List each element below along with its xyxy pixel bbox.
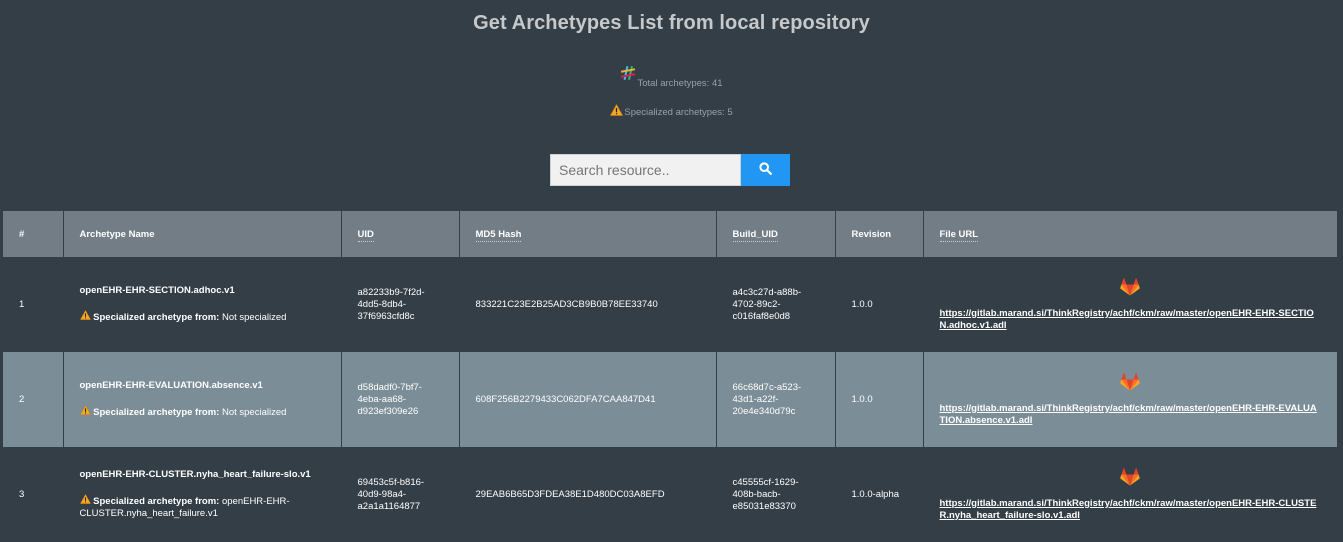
warning-icon: [79, 493, 91, 507]
table-row: 3 openEHR-EHR-CLUSTER.nyha_heart_failure…: [3, 447, 1337, 542]
md5-cell: 608F256B2279433C062DFA7CAA847D41: [459, 352, 717, 447]
specialized-from: Specialized archetype from: openEHR-EHR-…: [79, 493, 325, 520]
archetype-name-cell: openEHR-EHR-SECTION.adhoc.v1 Specialized…: [63, 257, 342, 352]
specialized-from-value: Not specialized: [221, 407, 287, 418]
search-icon: [759, 162, 772, 178]
revision-cell: 1.0.0: [835, 352, 924, 447]
header-number: #: [3, 211, 64, 257]
search-bar: [550, 154, 790, 186]
header-build-uid[interactable]: Build_UID: [716, 211, 836, 257]
archetype-name-cell: openEHR-EHR-CLUSTER.nyha_heart_failure-s…: [63, 447, 342, 542]
gitlab-icon[interactable]: [1120, 372, 1140, 394]
file-url-cell: https://gitlab.marand.si/ThinkRegistry/a…: [923, 352, 1337, 447]
build-uid-cell: c45555cf-1629-408b-bacb-e85031e83370: [716, 447, 836, 542]
row-number: 2: [3, 352, 64, 447]
specialized-from-label: Specialized archetype from:: [93, 312, 220, 323]
archetype-name: openEHR-EHR-EVALUATION.absence.v1: [79, 380, 263, 391]
archetype-name-cell: openEHR-EHR-EVALUATION.absence.v1 Specia…: [63, 352, 342, 447]
search-button[interactable]: [741, 154, 790, 186]
table-row: 2 openEHR-EHR-EVALUATION.absence.v1 Spec…: [3, 352, 1337, 447]
page-title: Get Archetypes List from local repositor…: [473, 12, 870, 34]
specialized-from: Specialized archetype from: Not speciali…: [79, 404, 325, 419]
specialized-from: Specialized archetype from: Not speciali…: [79, 309, 325, 324]
table-row: 1 openEHR-EHR-SECTION.adhoc.v1 Specializ…: [3, 257, 1337, 352]
md5-cell: 29EAB6B65D3FDEA38E1D480DC03A8EFD: [459, 447, 717, 542]
gitlab-icon[interactable]: [1120, 467, 1140, 489]
page: Get Archetypes List from local repositor…: [0, 0, 1343, 542]
archetypes-table: # Archetype Name UID MD5 Hash Build_UID …: [3, 211, 1337, 542]
revision-cell: 1.0.0-alpha: [835, 447, 924, 542]
specialized-archetypes-label: Specialized archetypes: 5: [624, 107, 733, 118]
file-url-cell: https://gitlab.marand.si/ThinkRegistry/a…: [923, 257, 1337, 352]
uid-cell: a82233b9-7f2d-4dd5-8db4-37f6963cfd8c: [341, 257, 460, 352]
specialized-archetypes-stat: Specialized archetypes: 5: [0, 103, 1343, 120]
specialized-from-label: Specialized archetype from:: [93, 407, 220, 418]
row-number: 1: [3, 257, 64, 352]
file-url-link[interactable]: https://gitlab.marand.si/ThinkRegistry/a…: [940, 308, 1314, 331]
row-number: 3: [3, 447, 64, 542]
archetype-name: openEHR-EHR-CLUSTER.nyha_heart_failure-s…: [79, 469, 311, 480]
revision-cell: 1.0.0: [835, 257, 924, 352]
warning-icon: [610, 103, 624, 120]
build-uid-cell: a4c3c27d-a88b-4702-89c2-c016faf8e0d8: [716, 257, 836, 352]
warning-icon: [79, 309, 91, 323]
file-url-cell: https://gitlab.marand.si/ThinkRegistry/a…: [923, 447, 1337, 542]
hash-icon: [620, 65, 636, 81]
file-url-link[interactable]: https://gitlab.marand.si/ThinkRegistry/a…: [940, 403, 1317, 426]
header-revision: Revision: [835, 211, 924, 257]
total-archetypes-stat: Total archetypes: 41: [0, 65, 1343, 90]
uid-cell: 69453c5f-b816-40d9-98a4-a2a1a1164877: [341, 447, 460, 542]
total-archetypes-label: Total archetypes: 41: [637, 78, 723, 89]
table-header-row: # Archetype Name UID MD5 Hash Build_UID …: [3, 211, 1337, 257]
file-url-link[interactable]: https://gitlab.marand.si/ThinkRegistry/a…: [940, 498, 1317, 521]
gitlab-icon[interactable]: [1120, 277, 1140, 299]
warning-icon: [79, 404, 91, 418]
uid-cell: d58dadf0-7bf7-4eba-aa68-d923ef309e26: [341, 352, 460, 447]
search-input[interactable]: [550, 154, 741, 186]
header-uid[interactable]: UID: [341, 211, 460, 257]
header-md5-hash[interactable]: MD5 Hash: [459, 211, 717, 257]
header-file-url[interactable]: File URL: [923, 211, 1337, 257]
archetype-name: openEHR-EHR-SECTION.adhoc.v1: [79, 285, 235, 296]
specialized-from-value: Not specialized: [221, 312, 287, 323]
build-uid-cell: 66c68d7c-a523-43d1-a22f-20e4e340d79c: [716, 352, 836, 447]
specialized-from-label: Specialized archetype from:: [93, 496, 220, 507]
md5-cell: 833221C23E2B25AD3CB9B0B78EE33740: [459, 257, 717, 352]
header-archetype-name: Archetype Name: [63, 211, 342, 257]
